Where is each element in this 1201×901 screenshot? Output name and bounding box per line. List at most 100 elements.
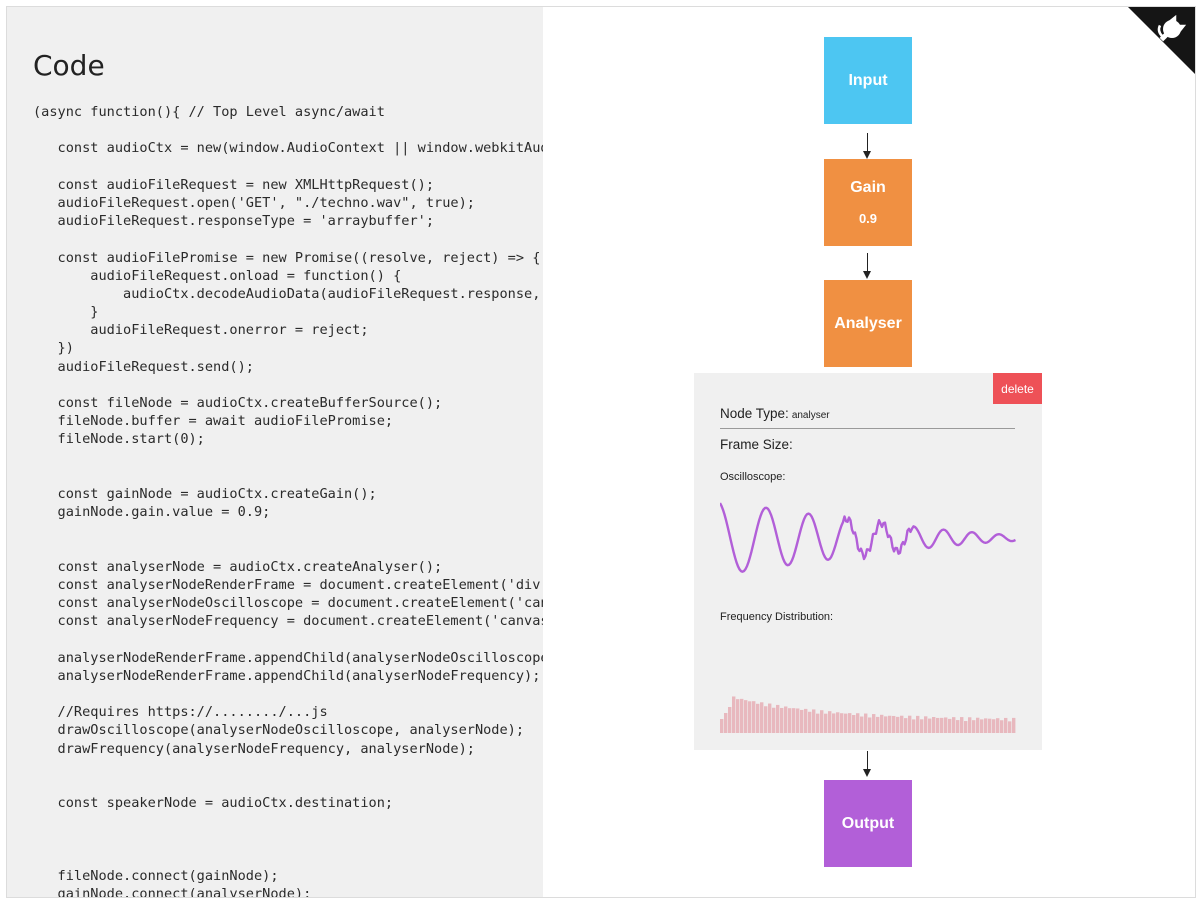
frequency-bar <box>768 703 772 733</box>
github-corner-link[interactable] <box>1128 7 1196 76</box>
gain-node[interactable]: Gain 0.9 <box>824 159 912 246</box>
frequency-bar <box>880 714 884 733</box>
frequency-bar <box>976 717 980 733</box>
frequency-bar <box>836 712 840 733</box>
frequency-bar <box>844 713 848 733</box>
frequency-bar <box>848 713 852 733</box>
frequency-bar <box>908 715 912 733</box>
code-line: drawFrequency(analyserNodeFrequency, ana… <box>33 740 475 757</box>
frequency-bar <box>956 720 960 733</box>
frequency-bar <box>952 717 956 733</box>
code-line: gainNode.gain.value = 0.9; <box>33 504 271 521</box>
frequency-bar <box>856 713 860 733</box>
code-line: fileNode.start(0); <box>33 431 205 448</box>
frequency-bar <box>784 706 788 733</box>
gain-node-label: Gain <box>850 179 886 196</box>
oscilloscope-canvas <box>720 502 1017 573</box>
frequency-bar <box>948 718 952 733</box>
connection-arrow <box>863 751 871 777</box>
frequency-bar <box>920 719 924 733</box>
frequency-label: Frequency Distribution: <box>720 611 834 623</box>
input-node-label: Input <box>848 71 888 89</box>
frequency-bar <box>740 698 744 733</box>
code-line: }) <box>33 340 74 357</box>
frequency-bar <box>748 701 752 733</box>
frequency-bar <box>864 713 868 733</box>
frequency-bar <box>824 713 828 733</box>
code-line: const gainNode = audioCtx.createGain(); <box>33 485 377 502</box>
node-type-row: Node Type: analyser <box>720 406 830 421</box>
frequency-bar <box>964 721 968 733</box>
frequency-bar <box>888 715 892 733</box>
code-line: analyserNodeRenderFrame.appendChild(anal… <box>33 667 541 684</box>
code-line: drawOscilloscope(analyserNodeOscilloscop… <box>33 722 525 739</box>
frequency-bar <box>1000 720 1004 733</box>
frequency-bar <box>912 719 916 733</box>
frequency-bar <box>924 716 928 733</box>
frequency-bar <box>760 702 764 733</box>
frequency-bar <box>996 718 1000 733</box>
node-type-value: analyser <box>791 410 830 421</box>
frequency-bar <box>944 717 948 733</box>
frequency-bar <box>720 719 724 733</box>
frequency-bar <box>812 709 816 733</box>
delete-button[interactable]: delete <box>993 373 1042 404</box>
frequency-bar <box>1008 721 1012 733</box>
frequency-bar <box>868 717 872 733</box>
frequency-bar <box>936 717 940 733</box>
code-line: (async function(){ // Top Level async/aw… <box>33 104 385 120</box>
frequency-bar <box>752 701 756 733</box>
code-line: audioFileRequest.responseType = 'arraybu… <box>33 213 435 230</box>
frequency-bar <box>860 716 864 733</box>
code-line: const analyserNodeOscilloscope = documen… <box>33 595 543 612</box>
app-frame: Code (async function(){ // Top Level asy… <box>6 6 1196 898</box>
code-line: fileNode.buffer = await audioFilePromise… <box>33 413 394 430</box>
graph-panel: Input Gain 0.9 Analyser delete Node Type… <box>543 7 1196 897</box>
frequency-bar <box>832 713 836 733</box>
frequency-bar <box>840 713 844 733</box>
code-block: (async function(){ // Top Level async/aw… <box>33 103 543 897</box>
frequency-bar <box>980 719 984 733</box>
frequency-bar <box>800 709 804 733</box>
frequency-bar <box>792 708 796 733</box>
frequency-bar <box>1004 717 1008 733</box>
frequency-bar <box>988 718 992 733</box>
analyser-node[interactable]: Analyser <box>824 280 912 367</box>
frequency-bar <box>960 717 964 733</box>
frequency-bar <box>984 718 988 733</box>
frequency-bar <box>780 707 784 733</box>
frequency-canvas <box>720 696 1016 733</box>
frequency-bar <box>764 706 768 733</box>
frequency-bar <box>736 699 740 733</box>
node-type-label: Node Type: <box>720 406 789 421</box>
code-line: const speakerNode = audioCtx.destination… <box>33 795 394 812</box>
frequency-bar <box>804 708 808 733</box>
code-line: const audioFilePromise = new Promise((re… <box>33 249 541 266</box>
frame-size-row: Frame Size: <box>720 437 793 452</box>
frequency-bar <box>732 696 736 733</box>
code-line: const analyserNode = audioCtx.createAnal… <box>33 558 443 575</box>
output-node[interactable]: Output <box>824 780 912 867</box>
divider <box>720 428 1015 429</box>
code-line: const analyserNodeRenderFrame = document… <box>33 576 543 593</box>
frequency-bar <box>756 703 760 733</box>
frequency-bar <box>968 717 972 733</box>
code-line: audioFileRequest.onload = function() { <box>33 267 402 284</box>
frequency-bar <box>816 713 820 733</box>
oscilloscope-waveform <box>720 502 1017 573</box>
frequency-bar <box>744 700 748 733</box>
input-node[interactable]: Input <box>824 37 912 124</box>
connection-arrow <box>863 253 871 279</box>
code-line: audioCtx.decodeAudioData(audioFileReques… <box>123 285 541 302</box>
